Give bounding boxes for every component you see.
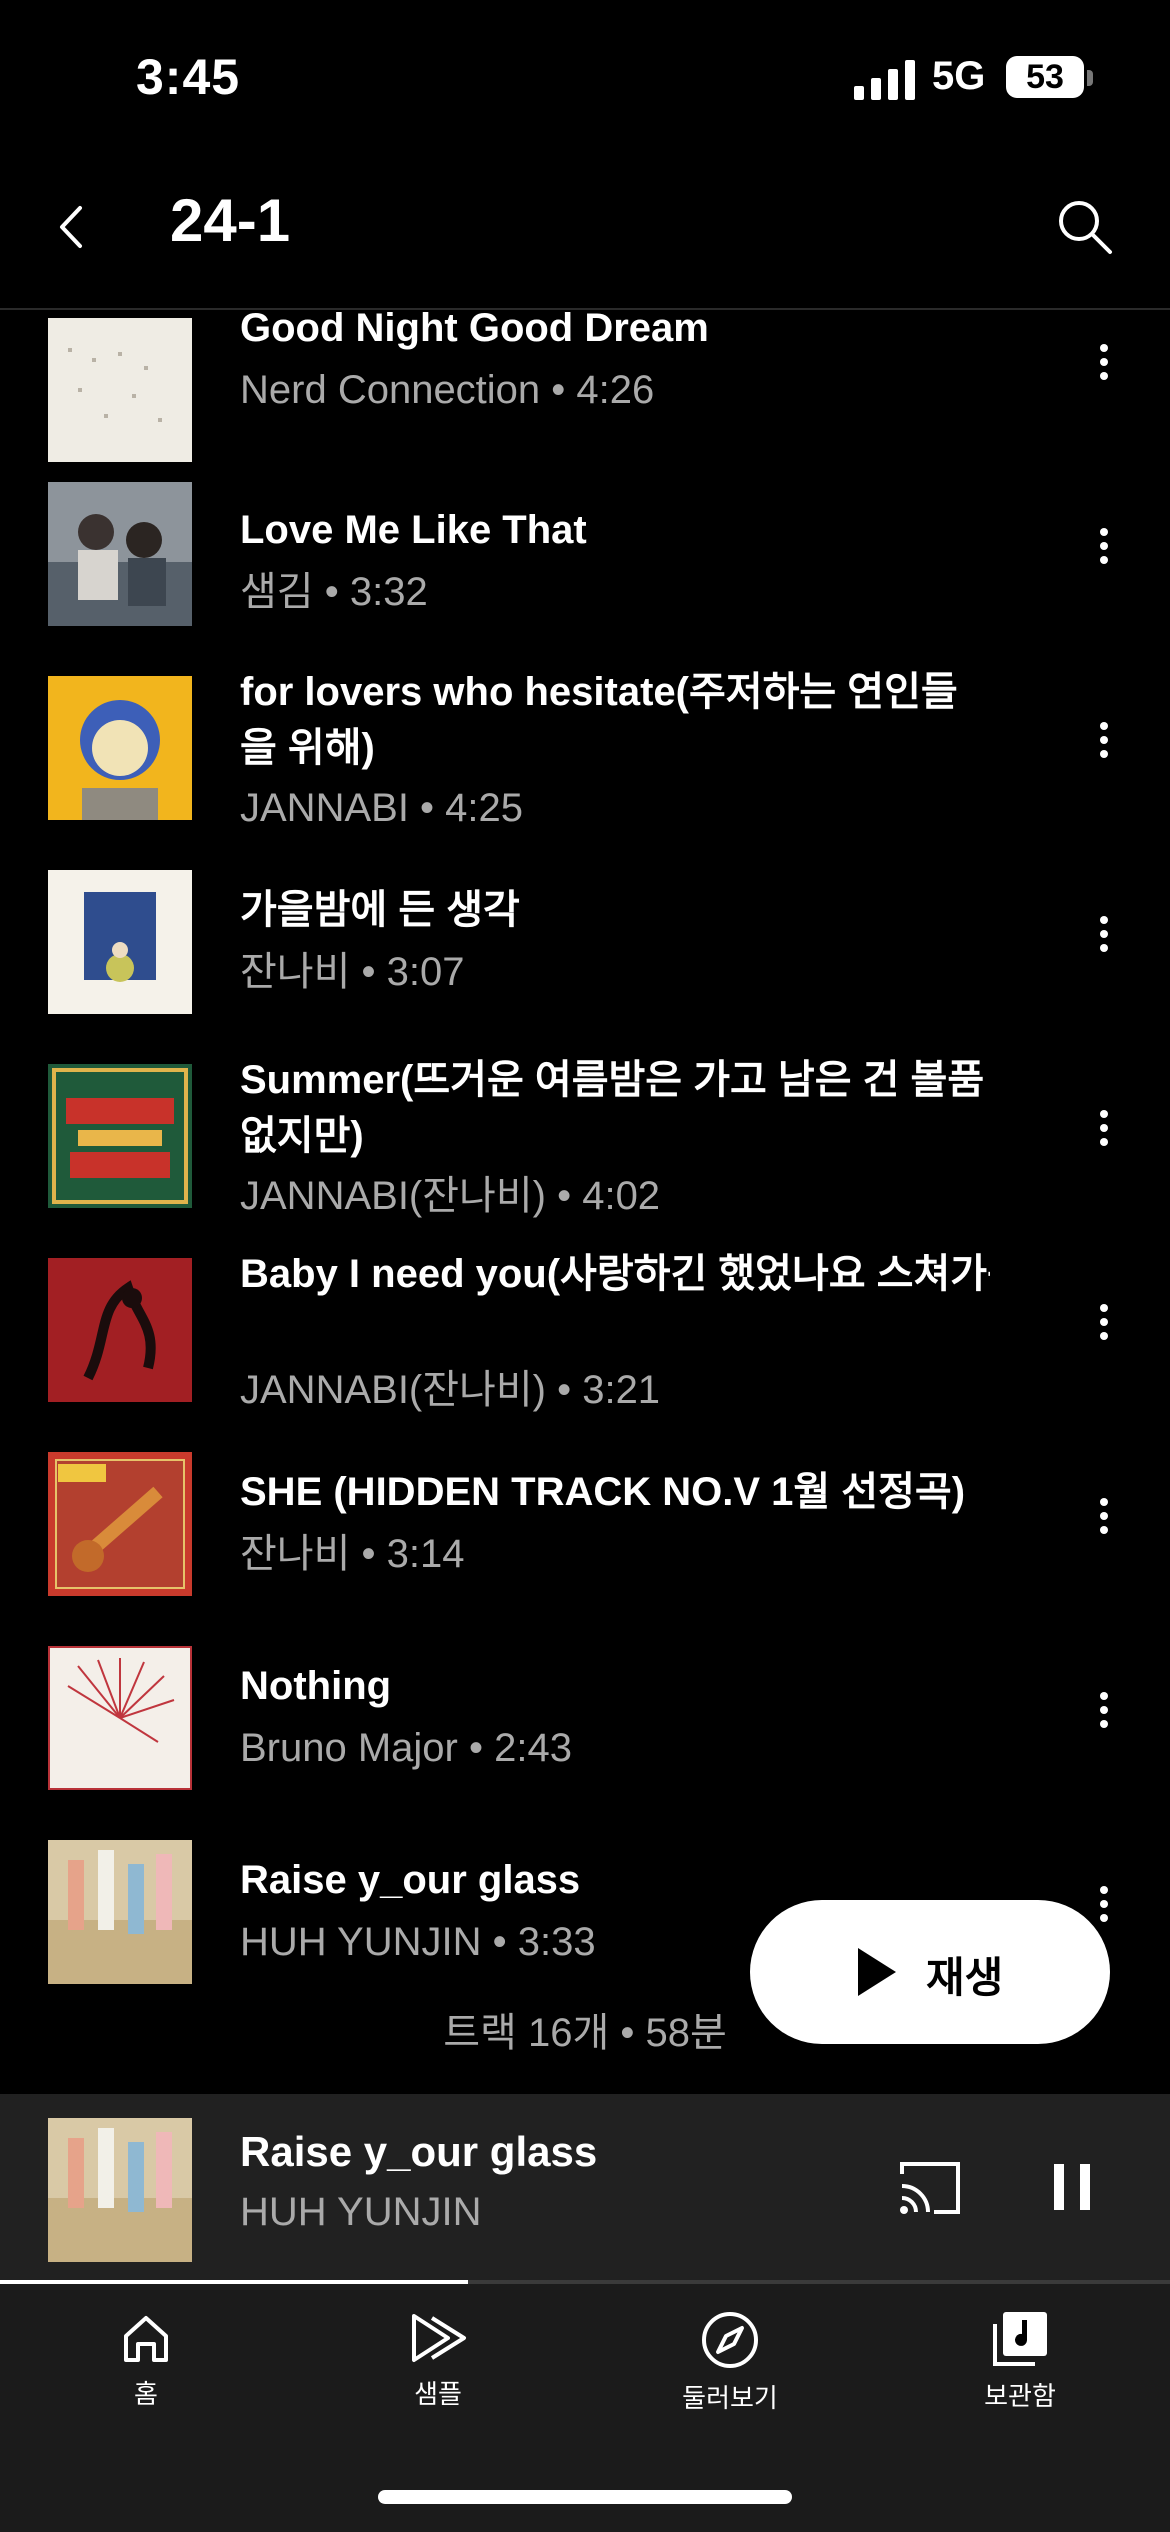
track-row[interactable]: for lovers who hesitate(주저하는 연인들을 위해) JA… xyxy=(0,656,1170,850)
track-row[interactable]: Summer(뜨거운 여름밤은 가고 남은 건 볼품없지만) JANNABI(잔… xyxy=(0,1044,1170,1238)
nav-explore[interactable]: 둘러보기 xyxy=(630,2310,830,2430)
samples-icon xyxy=(412,2314,466,2362)
pause-icon[interactable] xyxy=(1054,2164,1090,2210)
playlist-header: 24-1 xyxy=(0,150,1170,310)
track-meta: 잔나비 • 3:07 xyxy=(240,950,465,994)
album-art xyxy=(48,1452,192,1596)
more-options-icon[interactable] xyxy=(1080,338,1128,402)
track-title: Love Me Like That xyxy=(240,508,587,552)
more-options-icon[interactable] xyxy=(1080,1104,1128,1168)
track-title: 가을밤에 든 생각 xyxy=(240,888,520,932)
home-indicator xyxy=(378,2490,792,2504)
track-list: Good Night Good Dream Nerd Connection • … xyxy=(0,310,1170,2094)
more-options-icon[interactable] xyxy=(1080,1298,1128,1362)
track-row[interactable]: SHE (HIDDEN TRACK NO.V 1월 선정곡) 잔나비 • 3:1… xyxy=(0,1432,1170,1626)
nav-label: 홈 xyxy=(134,2379,158,2409)
album-art xyxy=(48,482,192,626)
track-meta: 샘김 • 3:32 xyxy=(240,570,428,614)
more-options-icon[interactable] xyxy=(1080,1492,1128,1556)
nav-home[interactable]: 홈 xyxy=(46,2310,246,2430)
track-title: SHE (HIDDEN TRACK NO.V 1월 선정곡) xyxy=(240,1470,966,1514)
more-options-icon[interactable] xyxy=(1080,522,1128,586)
album-art xyxy=(48,676,192,820)
page-title: 24-1 xyxy=(170,187,291,254)
play-icon xyxy=(858,1948,896,1996)
mini-player[interactable]: Raise y_our glass HUH YUNJIN xyxy=(0,2094,1170,2284)
album-art xyxy=(48,1646,192,1790)
play-button[interactable]: 재생 xyxy=(750,1900,1110,2044)
track-meta: JANNABI(잔나비) • 3:21 xyxy=(240,1368,661,1412)
nav-label: 샘플 xyxy=(414,2379,462,2409)
track-title: Good Night Good Dream xyxy=(240,310,709,350)
home-icon xyxy=(124,2316,168,2362)
signal-icon xyxy=(854,60,915,100)
back-icon[interactable] xyxy=(46,200,100,254)
album-art xyxy=(48,1840,192,1984)
battery-icon: 53 xyxy=(1006,56,1084,98)
track-row[interactable]: Baby I need you(사랑하긴 했었나요 스쳐가는 인연이었나요 짧지… xyxy=(0,1238,1170,1432)
album-art xyxy=(48,318,192,462)
now-playing-title: Raise y_our glass xyxy=(240,2128,598,2175)
track-row[interactable]: Good Night Good Dream Nerd Connection • … xyxy=(0,310,1170,462)
cast-icon[interactable] xyxy=(898,2158,962,2218)
track-row[interactable]: 가을밤에 든 생각 잔나비 • 3:07 xyxy=(0,850,1170,1044)
nav-samples[interactable]: 샘플 xyxy=(338,2310,538,2430)
now-playing-art xyxy=(48,2118,192,2262)
status-time: 3:45 xyxy=(136,49,241,105)
track-title: Summer(뜨거운 여름밤은 가고 남은 건 볼품없지만) xyxy=(240,1058,985,1158)
track-meta: JANNABI • 4:25 xyxy=(240,786,524,830)
explore-icon xyxy=(702,2312,758,2368)
network-type: 5G xyxy=(932,54,986,98)
track-meta: 잔나비 • 3:14 xyxy=(240,1532,465,1576)
play-button-label: 재생 xyxy=(926,1954,1004,2001)
nav-library[interactable]: 보관함 xyxy=(920,2310,1120,2430)
more-options-icon[interactable] xyxy=(1080,1686,1128,1750)
search-icon[interactable] xyxy=(1054,196,1114,256)
album-art xyxy=(48,1258,192,1402)
status-bar: 3:45 5G 53 xyxy=(0,0,1170,150)
track-row[interactable]: Nothing Bruno Major • 2:43 xyxy=(0,1626,1170,1820)
track-meta: Bruno Major • 2:43 xyxy=(240,1726,572,1770)
track-row[interactable]: Love Me Like That 샘김 • 3:32 xyxy=(0,462,1170,656)
nav-label: 둘러보기 xyxy=(682,2383,778,2413)
track-title: for lovers who hesitate(주저하는 연인들을 위해) xyxy=(240,670,958,770)
battery-tip xyxy=(1087,70,1093,86)
album-art xyxy=(48,870,192,1014)
library-icon xyxy=(993,2312,1047,2366)
album-art xyxy=(48,1064,192,1208)
track-title: Baby I need you(사랑하긴 했었나요 스쳐가는 인연이었나요 짧지… xyxy=(240,1252,990,1296)
track-title: Nothing xyxy=(240,1664,392,1708)
track-meta: Nerd Connection • 4:26 xyxy=(240,368,655,412)
nav-label: 보관함 xyxy=(984,2381,1056,2411)
more-options-icon[interactable] xyxy=(1080,716,1128,780)
more-options-icon[interactable] xyxy=(1080,910,1128,974)
track-meta: JANNABI(잔나비) • 4:02 xyxy=(240,1174,661,1218)
now-playing-artist: HUH YUNJIN xyxy=(240,2190,482,2234)
